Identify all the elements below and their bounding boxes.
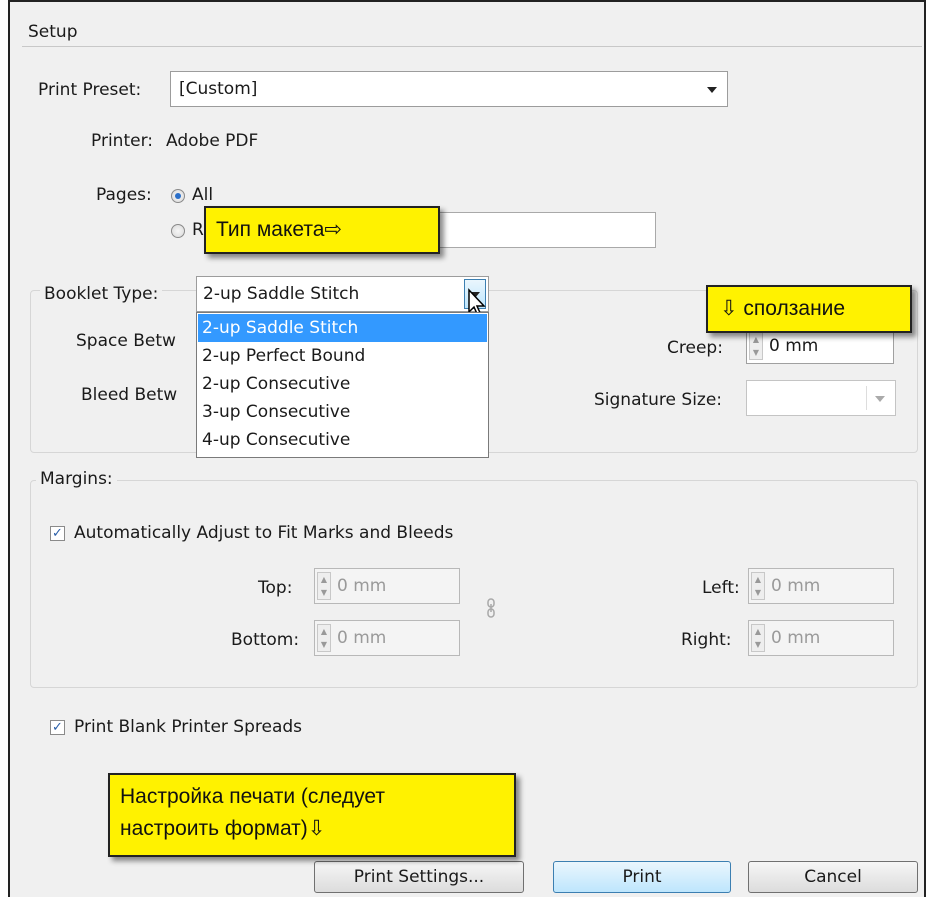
pages-label: Pages: — [96, 185, 152, 205]
print-settings-button[interactable]: Print Settings... — [314, 861, 524, 893]
cancel-button[interactable]: Cancel — [748, 861, 918, 893]
booklet-type-select[interactable]: 2-up Saddle Stitch — [196, 276, 489, 312]
bottom-value: 0 mm — [337, 628, 387, 648]
pages-range-label: R — [192, 220, 204, 240]
print-settings-callout-line1: Настройка печати (следует — [120, 785, 385, 808]
right-label: Right: — [681, 630, 732, 650]
creep-stepper[interactable]: ▲ ▼ 0 mm — [746, 328, 894, 364]
print-blank-checkbox[interactable]: ✓ — [50, 720, 65, 735]
print-settings-callout-line2: настроить формат)⇩ — [120, 817, 326, 840]
stepper-buttons[interactable]: ▲ ▼ — [751, 624, 765, 652]
booklet-type-label: Booklet Type: — [40, 284, 163, 304]
print-settings-callout: Настройка печати (следует настроить форм… — [108, 773, 516, 857]
bottom-stepper[interactable]: ▲ ▼ 0 mm — [314, 620, 460, 656]
printer-label: Printer: — [91, 131, 153, 151]
dropdown-option[interactable]: 3-up Consecutive — [198, 398, 487, 426]
printer-value: Adobe PDF — [166, 131, 259, 151]
left-stepper[interactable]: ▲ ▼ 0 mm — [748, 568, 894, 604]
left-label: Left: — [702, 578, 740, 598]
chevron-down-icon — [875, 396, 885, 402]
stepper-buttons[interactable]: ▲ ▼ — [317, 624, 331, 652]
chevron-down-icon — [707, 87, 717, 93]
space-between-label: Space Betw — [76, 331, 176, 351]
pages-all-label: All — [192, 185, 214, 205]
left-value: 0 mm — [771, 576, 821, 596]
dropdown-option[interactable]: 4-up Consecutive — [198, 426, 487, 454]
pages-range-radio[interactable] — [171, 224, 185, 238]
auto-adjust-label: Automatically Adjust to Fit Marks and Bl… — [74, 523, 454, 543]
pages-all-radio[interactable] — [171, 189, 185, 203]
booklet-type-dropdown[interactable]: 2-up Saddle Stitch 2-up Perfect Bound 2-… — [196, 312, 489, 458]
top-label: Top: — [258, 578, 293, 598]
dropdown-option[interactable]: 2-up Consecutive — [198, 370, 487, 398]
section-divider — [22, 46, 922, 47]
right-stepper[interactable]: ▲ ▼ 0 mm — [748, 620, 894, 656]
creep-label: Creep: — [667, 338, 723, 358]
stepper-buttons[interactable]: ▲ ▼ — [317, 572, 331, 600]
stepper-buttons[interactable]: ▲ ▼ — [749, 332, 763, 360]
auto-adjust-checkbox[interactable]: ✓ — [50, 526, 65, 541]
right-value: 0 mm — [771, 628, 821, 648]
dropdown-option[interactable]: 2-up Perfect Bound — [198, 342, 487, 370]
print-preset-value: [Custom] — [179, 79, 258, 99]
bleed-between-label: Bleed Betw — [81, 385, 178, 405]
creep-callout: ⇩ сползание — [706, 285, 912, 333]
dropdown-option[interactable]: 2-up Saddle Stitch — [198, 314, 487, 342]
creep-value: 0 mm — [769, 336, 819, 356]
section-title: Setup — [28, 22, 78, 42]
margins-title: Margins: — [36, 469, 117, 489]
top-stepper[interactable]: ▲ ▼ 0 mm — [314, 568, 460, 604]
pages-range-input[interactable] — [430, 212, 656, 248]
top-value: 0 mm — [337, 576, 387, 596]
bottom-label: Bottom: — [231, 630, 300, 650]
stepper-buttons[interactable]: ▲ ▼ — [751, 572, 765, 600]
print-button[interactable]: Print — [553, 861, 731, 893]
signature-size-select[interactable] — [746, 380, 896, 416]
signature-size-label: Signature Size: — [594, 390, 723, 410]
booklet-type-value: 2-up Saddle Stitch — [203, 284, 360, 304]
layout-type-callout: Тип макета⇨ — [204, 206, 440, 254]
print-blank-label: Print Blank Printer Spreads — [74, 717, 303, 737]
print-preset-select[interactable]: [Custom] — [170, 71, 728, 107]
print-preset-label: Print Preset: — [38, 80, 142, 100]
select-divider — [866, 386, 867, 410]
chain-link-icon[interactable] — [485, 598, 497, 618]
